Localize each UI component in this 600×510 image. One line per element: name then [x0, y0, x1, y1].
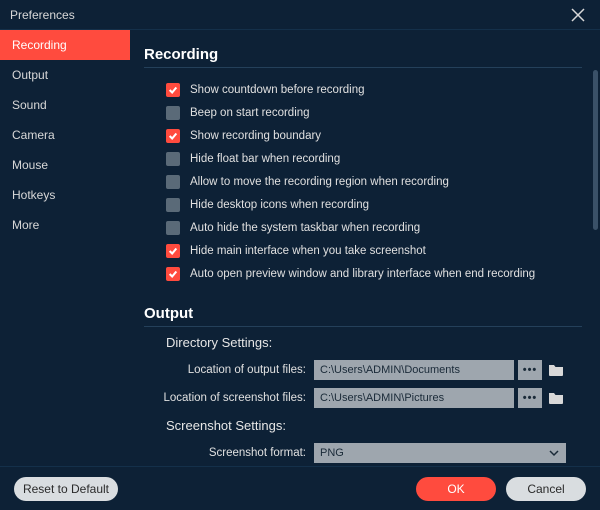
- body: Recording Output Sound Camera Mouse Hotk…: [0, 30, 600, 466]
- sidebar-item-sound[interactable]: Sound: [0, 90, 130, 120]
- check-label: Hide float bar when recording: [190, 153, 340, 165]
- sidebar-item-hotkeys[interactable]: Hotkeys: [0, 180, 130, 210]
- screenshot-files-label: Location of screenshot files:: [144, 392, 314, 404]
- sidebar-item-label: Camera: [12, 128, 55, 142]
- reset-default-button[interactable]: Reset to Default: [14, 477, 118, 501]
- directory-settings-title: Directory Settings:: [166, 335, 582, 350]
- check-auto-open-preview[interactable]: Auto open preview window and library int…: [166, 262, 582, 285]
- open-output-folder-button[interactable]: [546, 360, 566, 380]
- check-label: Auto hide the system taskbar when record…: [190, 222, 420, 234]
- browse-screenshot-button[interactable]: •••: [518, 388, 542, 408]
- checkbox-icon: [166, 106, 180, 120]
- section-title-recording: Recording: [144, 46, 582, 68]
- close-button[interactable]: [564, 1, 592, 29]
- check-label: Auto open preview window and library int…: [190, 268, 535, 280]
- chevron-down-icon: [548, 447, 560, 459]
- checkbox-icon: [166, 244, 180, 258]
- section-title-output: Output: [144, 305, 582, 327]
- sidebar-item-label: Hotkeys: [12, 188, 55, 202]
- check-auto-hide-taskbar[interactable]: Auto hide the system taskbar when record…: [166, 216, 582, 239]
- check-hide-floatbar[interactable]: Hide float bar when recording: [166, 147, 582, 170]
- check-beep-start[interactable]: Beep on start recording: [166, 101, 582, 124]
- titlebar: Preferences: [0, 0, 600, 30]
- check-allow-move-region[interactable]: Allow to move the recording region when …: [166, 170, 582, 193]
- check-label: Beep on start recording: [190, 107, 310, 119]
- checkbox-icon: [166, 198, 180, 212]
- close-icon: [571, 8, 585, 22]
- check-label: Allow to move the recording region when …: [190, 176, 449, 188]
- sidebar-item-label: More: [12, 218, 39, 232]
- select-value: PNG: [320, 447, 344, 459]
- screenshot-files-input[interactable]: [314, 388, 514, 408]
- cancel-button[interactable]: Cancel: [506, 477, 586, 501]
- content: Recording Show countdown before recordin…: [130, 30, 600, 466]
- check-show-boundary[interactable]: Show recording boundary: [166, 124, 582, 147]
- scrollbar-thumb[interactable]: [593, 70, 598, 230]
- sidebar-item-camera[interactable]: Camera: [0, 120, 130, 150]
- screenshot-files-row: Location of screenshot files: •••: [144, 386, 582, 410]
- footer-right: OK Cancel: [416, 477, 586, 501]
- checkbox-icon: [166, 152, 180, 166]
- sidebar-item-label: Mouse: [12, 158, 48, 172]
- window-title: Preferences: [10, 8, 75, 22]
- ok-button[interactable]: OK: [416, 477, 496, 501]
- check-label: Hide desktop icons when recording: [190, 199, 369, 211]
- checkbox-icon: [166, 83, 180, 97]
- sidebar: Recording Output Sound Camera Mouse Hotk…: [0, 30, 130, 466]
- checkbox-icon: [166, 175, 180, 189]
- checkbox-icon: [166, 221, 180, 235]
- browse-output-button[interactable]: •••: [518, 360, 542, 380]
- screenshot-format-group: PNG: [314, 443, 582, 463]
- folder-icon: [548, 363, 564, 377]
- preferences-window: Preferences Recording Output Sound Camer…: [0, 0, 600, 510]
- checkbox-icon: [166, 267, 180, 281]
- screenshot-format-row: Screenshot format: PNG: [144, 441, 582, 465]
- folder-icon: [548, 391, 564, 405]
- sidebar-item-label: Recording: [12, 38, 67, 52]
- output-files-row: Location of output files: •••: [144, 358, 582, 382]
- check-label: Show countdown before recording: [190, 84, 365, 96]
- sidebar-item-mouse[interactable]: Mouse: [0, 150, 130, 180]
- screenshot-settings-title: Screenshot Settings:: [166, 418, 582, 433]
- footer: Reset to Default OK Cancel: [0, 466, 600, 510]
- output-files-input[interactable]: [314, 360, 514, 380]
- output-files-label: Location of output files:: [144, 364, 314, 376]
- check-show-countdown[interactable]: Show countdown before recording: [166, 78, 582, 101]
- check-hide-desktop-icons[interactable]: Hide desktop icons when recording: [166, 193, 582, 216]
- sidebar-item-label: Sound: [12, 98, 47, 112]
- scrollbar[interactable]: [593, 70, 598, 300]
- checkbox-icon: [166, 129, 180, 143]
- sidebar-item-more[interactable]: More: [0, 210, 130, 240]
- sidebar-item-output[interactable]: Output: [0, 60, 130, 90]
- recording-checks: Show countdown before recording Beep on …: [166, 78, 582, 285]
- check-label: Hide main interface when you take screen…: [190, 245, 426, 257]
- sidebar-item-recording[interactable]: Recording: [0, 30, 130, 60]
- screenshot-format-select[interactable]: PNG: [314, 443, 566, 463]
- check-hide-main-on-screenshot[interactable]: Hide main interface when you take screen…: [166, 239, 582, 262]
- screenshot-format-label: Screenshot format:: [144, 447, 314, 459]
- open-screenshot-folder-button[interactable]: [546, 388, 566, 408]
- output-files-group: •••: [314, 360, 582, 380]
- sidebar-item-label: Output: [12, 68, 48, 82]
- check-label: Show recording boundary: [190, 130, 321, 142]
- screenshot-files-group: •••: [314, 388, 582, 408]
- content-wrap: Recording Show countdown before recordin…: [130, 30, 600, 466]
